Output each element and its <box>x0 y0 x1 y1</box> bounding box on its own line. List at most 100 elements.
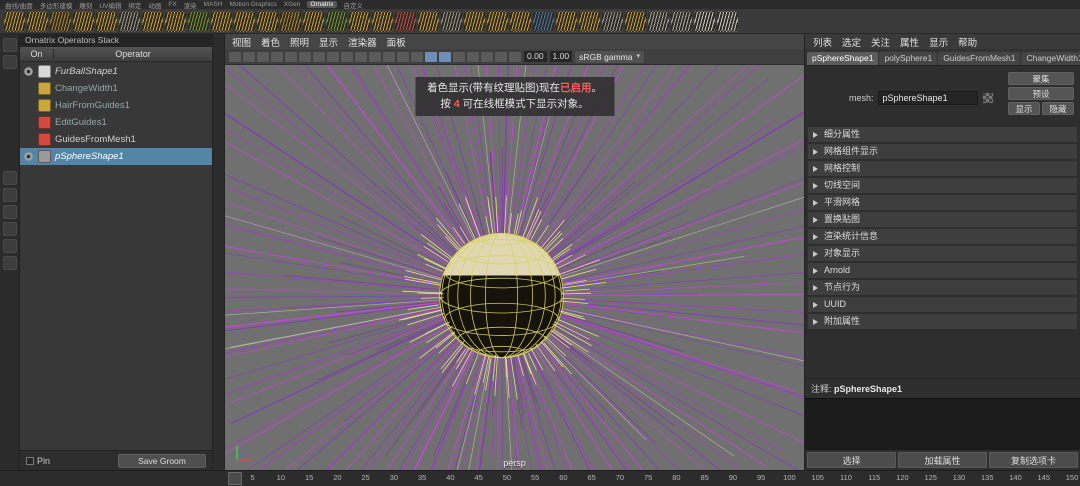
attribute-section-header[interactable]: UUID <box>808 297 1077 312</box>
overscan-icon[interactable] <box>313 52 325 62</box>
shelf-tab[interactable]: 动画 <box>148 0 161 9</box>
exposure-field[interactable]: 0.00 <box>524 51 547 62</box>
time-slider[interactable]: 1510152025303540455055606570758085909510… <box>0 470 1080 486</box>
motion-blur-icon[interactable] <box>495 52 507 62</box>
presets-button[interactable]: 预设 <box>1008 87 1074 100</box>
info-icon[interactable] <box>717 11 738 32</box>
scale-tool-icon[interactable] <box>3 256 17 270</box>
attribute-section-header[interactable]: 附加属性 <box>808 314 1077 329</box>
save-groom-button[interactable]: Save Groom <box>118 454 206 468</box>
ornatrix-length-icon[interactable] <box>211 11 232 32</box>
gate-mask-icon[interactable] <box>355 52 367 62</box>
view-transform-dropdown[interactable]: sRGB gamma ▾ <box>575 51 644 63</box>
paint-select-tool-icon[interactable] <box>3 205 17 219</box>
viewport-menu-item[interactable]: 着色 <box>261 35 280 49</box>
select-tool-icon[interactable] <box>3 171 17 185</box>
shelf-tab[interactable]: Ornatrix <box>307 1 336 8</box>
ornatrix-scatter-icon[interactable] <box>372 11 393 32</box>
viewport-menu-item[interactable]: 渲染器 <box>348 35 377 49</box>
ornatrix-symmetry-icon[interactable] <box>487 11 508 32</box>
lock-camera-icon[interactable] <box>243 52 255 62</box>
ornatrix-hair-icon[interactable] <box>27 11 48 32</box>
ae-menu-item[interactable]: 属性 <box>900 35 919 49</box>
ae-menu-item[interactable]: 列表 <box>813 35 832 49</box>
ornatrix-frizz-icon[interactable] <box>165 11 186 32</box>
ae-menu-item[interactable]: 关注 <box>871 35 890 49</box>
ornatrix-grass-icon[interactable] <box>188 11 209 32</box>
viewport-canvas[interactable]: 着色显示(带有纹理贴图)现在已启用。 按 4 可在线框模式下显示对象。 pers… <box>225 65 804 470</box>
ae-tab[interactable]: polySphere1 <box>879 52 937 65</box>
workspace-icon[interactable] <box>3 55 17 69</box>
hide-button[interactable]: 隐藏 <box>1042 102 1074 115</box>
ae-tab[interactable]: GuidesFromMesh1 <box>938 52 1020 65</box>
ornatrix-curl-icon[interactable] <box>142 11 163 32</box>
ornatrix-simulation-icon[interactable] <box>533 11 554 32</box>
ornatrix-strand-icon[interactable] <box>303 11 324 32</box>
texture-map-icon[interactable] <box>982 92 994 104</box>
attribute-section-header[interactable]: 网格控制 <box>808 161 1077 176</box>
ornatrix-brush-icon[interactable] <box>50 11 71 32</box>
menu-icon[interactable] <box>3 38 17 52</box>
ae-menu-item[interactable]: 帮助 <box>958 35 977 49</box>
shelf-tab[interactable]: 多边形建模 <box>40 0 73 9</box>
grid-snap-icon[interactable] <box>648 11 669 32</box>
viewport-menu-item[interactable]: 面板 <box>387 35 406 49</box>
viewport-menu-item[interactable]: 视图 <box>232 35 251 49</box>
ornatrix-gravity-icon[interactable] <box>257 11 278 32</box>
ornatrix-comb-icon[interactable] <box>73 11 94 32</box>
shelf-tab[interactable]: 绑定 <box>128 0 141 9</box>
bookmark-icon[interactable] <box>271 52 283 62</box>
field-chart-icon[interactable] <box>369 52 381 62</box>
ornatrix-settings-icon[interactable] <box>602 11 623 32</box>
wireframe-icon[interactable] <box>411 52 423 62</box>
ornatrix-surface-comb-icon[interactable] <box>234 11 255 32</box>
ornatrix-clump-icon[interactable] <box>96 11 117 32</box>
ornatrix-help-icon[interactable] <box>625 11 646 32</box>
attribute-section-header[interactable]: 细分属性 <box>808 127 1077 142</box>
ornatrix-animation-icon[interactable] <box>510 11 531 32</box>
safe-title-icon[interactable] <box>397 52 409 62</box>
shaded-icon[interactable] <box>425 52 437 62</box>
current-frame-marker[interactable] <box>228 472 242 485</box>
shelf-tab[interactable]: XGen <box>284 1 301 8</box>
use-all-lights-icon[interactable] <box>453 52 465 62</box>
ae-bottom-button[interactable]: 加载属性 <box>898 452 987 468</box>
time-ruler[interactable]: 1510152025303540455055606570758085909510… <box>230 471 1072 486</box>
attribute-section-header[interactable]: Arnold <box>808 263 1077 278</box>
move-tool-icon[interactable] <box>3 222 17 236</box>
film-gate-icon[interactable] <box>327 52 339 62</box>
grid-icon[interactable] <box>671 11 692 32</box>
shelf-tab[interactable]: 曲线/曲面 <box>5 0 33 9</box>
shelf-tab[interactable]: 雕刻 <box>79 0 92 9</box>
shelf-tab[interactable]: Motion Graphics <box>229 1 276 8</box>
safe-action-icon[interactable] <box>383 52 395 62</box>
operator-row[interactable]: HairFromGuides1 <box>20 97 212 114</box>
shelf-tab[interactable]: 自定义 <box>344 0 364 9</box>
resolution-gate-icon[interactable] <box>341 52 353 62</box>
ae-tab[interactable]: ChangeWidth1 <box>1021 52 1080 65</box>
ornatrix-guides-icon[interactable] <box>4 11 25 32</box>
ornatrix-mesh-from-strands-icon[interactable] <box>349 11 370 32</box>
ao-icon[interactable] <box>481 52 493 62</box>
textured-icon[interactable] <box>439 52 451 62</box>
shelf-tab[interactable]: FX <box>168 1 176 8</box>
shelf-tab[interactable]: 渲染 <box>184 0 197 9</box>
shadows-icon[interactable] <box>467 52 479 62</box>
shelf-tab[interactable]: UV编辑 <box>99 0 121 9</box>
operator-row[interactable]: pSphereShape1 <box>20 148 212 165</box>
lasso-tool-icon[interactable] <box>3 188 17 202</box>
ornatrix-export-icon[interactable] <box>579 11 600 32</box>
xray-icon[interactable] <box>509 52 521 62</box>
ae-menu-item[interactable]: 显示 <box>929 35 948 49</box>
ae-bottom-button[interactable]: 复制选项卡 <box>989 452 1078 468</box>
ornatrix-edit-icon[interactable] <box>119 11 140 32</box>
attribute-section-header[interactable]: 节点行为 <box>808 280 1077 295</box>
ornatrix-width-icon[interactable] <box>418 11 439 32</box>
2d-pan-zoom-icon[interactable] <box>299 52 311 62</box>
viewport-menu-item[interactable]: 显示 <box>319 35 338 49</box>
ornatrix-dynamics-icon[interactable] <box>441 11 462 32</box>
ornatrix-braid-icon[interactable] <box>280 11 301 32</box>
rotate-tool-icon[interactable] <box>3 239 17 253</box>
pin-checkbox[interactable]: Pin <box>26 456 50 466</box>
focus-button[interactable]: 聚集 <box>1008 72 1074 85</box>
